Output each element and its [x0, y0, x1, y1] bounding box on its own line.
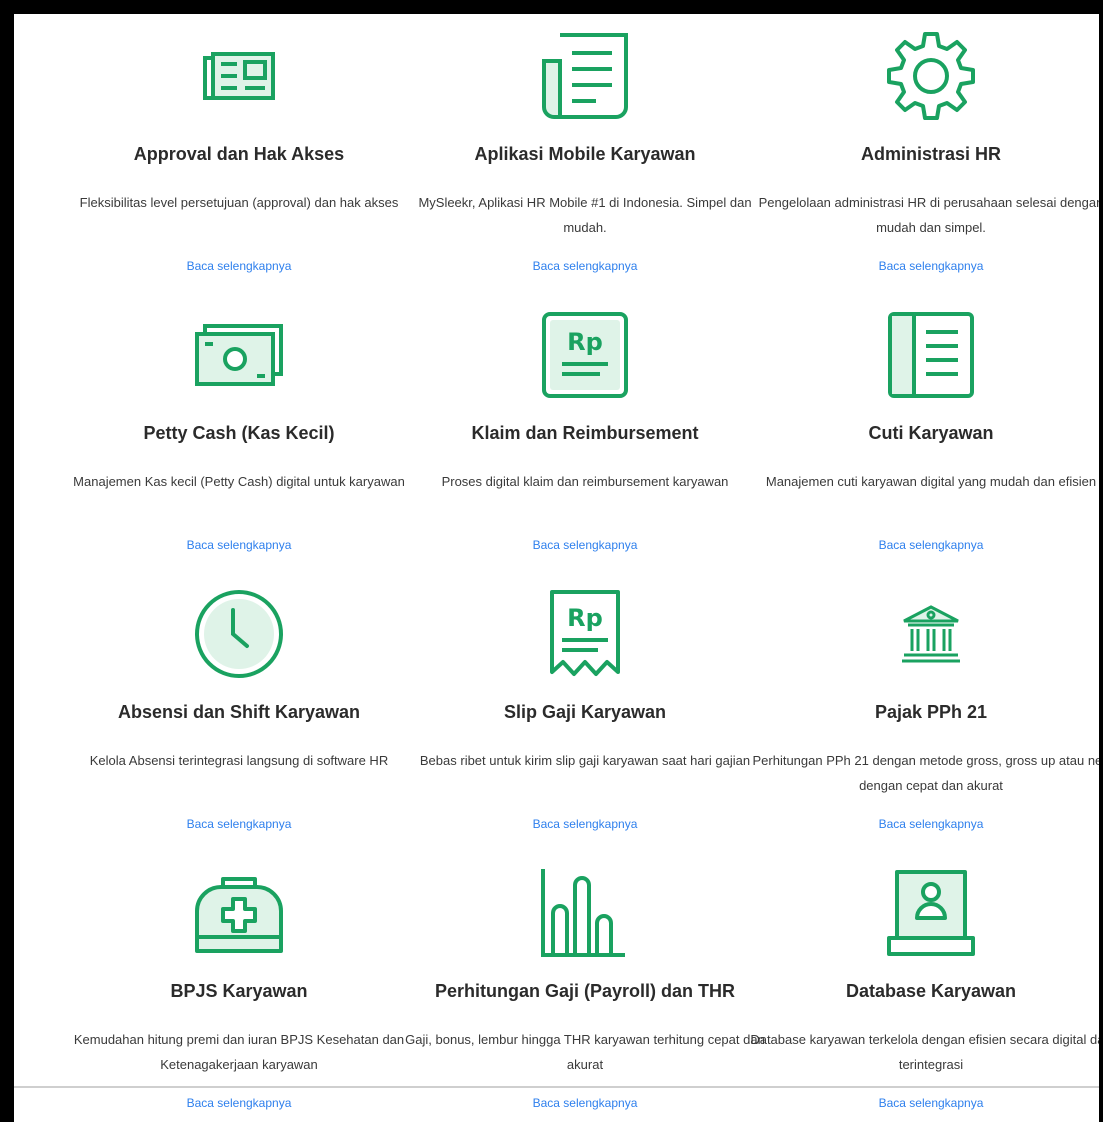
- feature-description: Gaji, bonus, lembur hingga THR karyawan …: [405, 1032, 765, 1072]
- read-more-link[interactable]: Baca selengkapnya: [412, 259, 758, 273]
- read-more-link[interactable]: Baca selengkapnya: [412, 817, 758, 831]
- feature-title: Database Karyawan: [845, 981, 1017, 1001]
- svg-text:Rp: Rp: [567, 328, 603, 356]
- read-more-link[interactable]: Baca selengkapnya: [758, 817, 1099, 831]
- feature-section: Approval dan Hak Akses Fleksibilitas lev…: [14, 14, 1099, 1122]
- feature-card-bpjs: BPJS Karyawan Kemudahan hitung premi dan…: [66, 851, 412, 1122]
- read-more-link[interactable]: Baca selengkapnya: [412, 1096, 758, 1110]
- book-icon: [758, 305, 1099, 405]
- read-more-link[interactable]: Baca selengkapnya: [758, 259, 1099, 273]
- feature-description: Database karyawan terkelola dengan efisi…: [750, 1032, 1099, 1072]
- read-more-link[interactable]: Baca selengkapnya: [66, 817, 412, 831]
- feature-card-mobile-app: Aplikasi Mobile Karyawan MySleekr, Aplik…: [412, 14, 758, 293]
- rupiah-document-icon: Rp: [412, 305, 758, 405]
- read-more-link[interactable]: Baca selengkapnya: [758, 538, 1099, 552]
- medical-kit-icon: [66, 863, 412, 963]
- read-more-link[interactable]: Baca selengkapnya: [66, 259, 412, 273]
- newspaper-icon: [66, 26, 412, 126]
- read-more-link[interactable]: Baca selengkapnya: [412, 538, 758, 552]
- bar-chart-icon: [412, 863, 758, 963]
- feature-description: Kelola Absensi terintegrasi langsung di …: [89, 753, 389, 768]
- feature-card-employee-database: Database Karyawan Database karyawan terk…: [750, 851, 1099, 1122]
- clock-icon: [66, 584, 412, 684]
- feature-card-payslip: Rp Slip Gaji Karyawan Bebas ribet untuk …: [412, 572, 758, 851]
- feature-description: Perhitungan PPh 21 dengan metode gross, …: [752, 753, 1099, 793]
- feature-grid: Approval dan Hak Akses Fleksibilitas lev…: [14, 14, 1099, 1122]
- feature-card-claims: Rp Klaim dan Reimbursement Proses digita…: [412, 293, 758, 572]
- feature-description: MySleekr, Aplikasi HR Mobile #1 di Indon…: [418, 195, 752, 235]
- feature-card-attendance: Absensi dan Shift Karyawan Kelola Absens…: [66, 572, 412, 851]
- section-divider: [14, 1086, 1099, 1088]
- feature-description: Manajemen Kas kecil (Petty Cash) digital…: [73, 474, 405, 489]
- rupiah-receipt-icon: Rp: [412, 584, 758, 684]
- employee-database-icon: [758, 863, 1099, 963]
- feature-title: Cuti Karyawan: [868, 423, 994, 443]
- feature-card-approval: Approval dan Hak Akses Fleksibilitas lev…: [66, 14, 412, 293]
- feature-description: Manajemen cuti karyawan digital yang mud…: [765, 474, 1097, 489]
- gear-icon: [758, 26, 1099, 126]
- feature-description: Kemudahan hitung premi dan iuran BPJS Ke…: [73, 1032, 405, 1072]
- feature-card-petty-cash: Petty Cash (Kas Kecil) Manajemen Kas kec…: [66, 293, 412, 572]
- feature-description: Proses digital klaim dan reimbursement k…: [441, 474, 729, 489]
- feature-description: Fleksibilitas level persetujuan (approva…: [79, 195, 399, 210]
- document-icon: [412, 26, 758, 126]
- bank-icon: [758, 584, 1099, 684]
- feature-description: Bebas ribet untuk kirim slip gaji karyaw…: [419, 753, 751, 768]
- feature-title: Pajak PPh 21: [874, 702, 988, 722]
- read-more-link[interactable]: Baca selengkapnya: [66, 1096, 412, 1110]
- feature-card-payroll: Perhitungan Gaji (Payroll) dan THR Gaji,…: [405, 851, 765, 1122]
- feature-card-leave: Cuti Karyawan Manajemen cuti karyawan di…: [758, 293, 1099, 572]
- feature-card-hr-admin: Administrasi HR Pengelolaan administrasi…: [758, 14, 1099, 293]
- read-more-link[interactable]: Baca selengkapnya: [66, 538, 412, 552]
- read-more-link[interactable]: Baca selengkapnya: [758, 1096, 1099, 1110]
- feature-card-tax: Pajak PPh 21 Perhitungan PPh 21 dengan m…: [752, 572, 1099, 851]
- cash-icon: [66, 305, 412, 405]
- feature-description: Pengelolaan administrasi HR di perusahaa…: [758, 195, 1099, 235]
- svg-text:Rp: Rp: [567, 604, 603, 632]
- feature-title: Administrasi HR: [860, 144, 1002, 164]
